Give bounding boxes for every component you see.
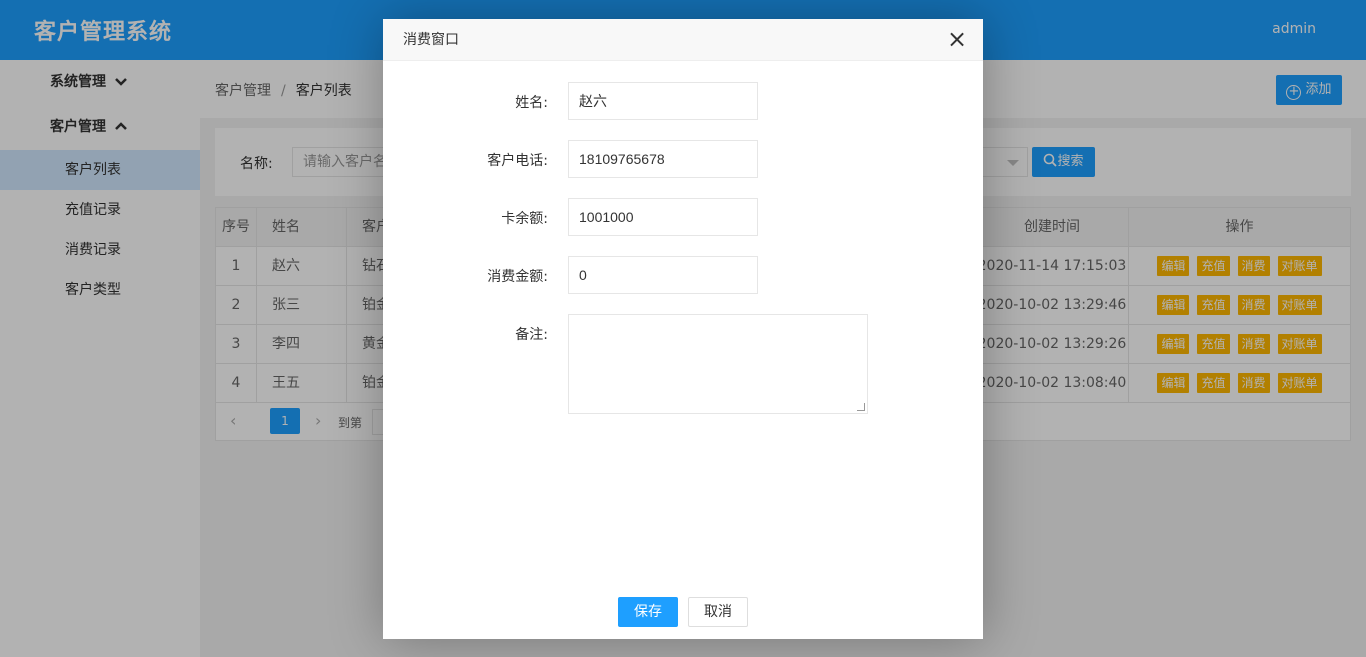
amount-field[interactable]: 0 <box>568 256 758 294</box>
consume-dialog: 消费窗口 × 姓名: 赵六 客户电话: 18109765678 卡余额: 100… <box>383 19 983 639</box>
name-label: 姓名: <box>515 95 548 111</box>
save-button[interactable]: 保存 <box>618 597 678 627</box>
amount-label: 消费金额: <box>487 269 548 285</box>
resize-handle-icon[interactable] <box>857 403 865 411</box>
phone-field[interactable]: 18109765678 <box>568 140 758 178</box>
name-field[interactable]: 赵六 <box>568 82 758 120</box>
cancel-button[interactable]: 取消 <box>688 597 748 627</box>
balance-label: 卡余额: <box>501 211 548 227</box>
remark-label: 备注: <box>515 327 548 343</box>
remark-textarea[interactable] <box>568 314 868 414</box>
dialog-title: 消费窗口 <box>383 19 983 61</box>
balance-field[interactable]: 1001000 <box>568 198 758 236</box>
phone-label: 客户电话: <box>487 153 548 169</box>
close-icon[interactable]: × <box>945 27 969 52</box>
